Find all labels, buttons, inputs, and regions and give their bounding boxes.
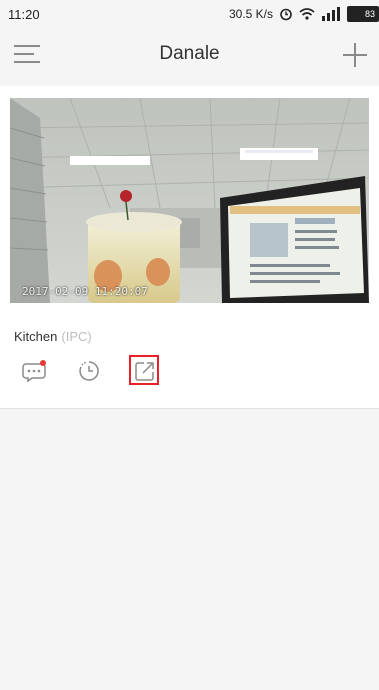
camera-snapshot-image (10, 98, 369, 303)
device-name: Kitchen (14, 329, 58, 344)
highlight-box (129, 355, 159, 385)
device-title: Kitchen (IPC) (14, 329, 92, 344)
clock-history-icon (79, 361, 99, 381)
wifi-icon (299, 8, 315, 20)
camera-timestamp: 2017-02-09 11:20:07 (22, 285, 148, 298)
add-device-button[interactable] (341, 41, 369, 69)
empty-device-list-area (0, 410, 379, 690)
device-card: 2017-02-09 11:20:07 Kitchen (IPC) (0, 86, 379, 409)
camera-preview[interactable]: 2017-02-09 11:20:07 (10, 98, 369, 303)
network-speed: 30.5 K/s (228, 7, 273, 21)
status-indicators: 30.5 K/s 83 (229, 6, 379, 22)
device-type: (IPC) (61, 329, 92, 344)
message-icon (22, 360, 46, 383)
history-button[interactable] (74, 356, 104, 386)
signal-icon (322, 7, 340, 21)
alarm-clock-icon (280, 8, 292, 21)
notification-badge (40, 360, 46, 366)
share-button[interactable] (129, 355, 160, 386)
status-time: 11:20 (8, 7, 40, 22)
status-bar: 11:20 30.5 K/s 83 (0, 0, 379, 30)
battery-icon: 83 (347, 6, 379, 22)
page-title: Danale (159, 43, 220, 64)
app-bar: Danale (0, 30, 379, 80)
message-button[interactable] (19, 356, 49, 386)
